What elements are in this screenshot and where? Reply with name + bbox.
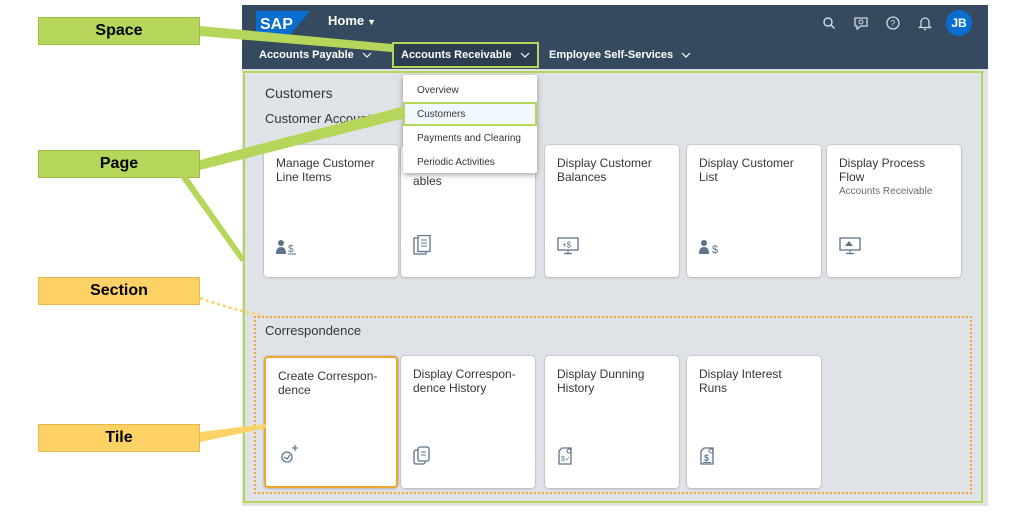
tile-title: Display Interest Runs [699,367,782,395]
leader-page [175,170,245,262]
home-title[interactable]: Home ▼ [328,13,376,28]
space-tab-accounts-payable[interactable]: Accounts Payable [252,41,379,69]
search-icon[interactable] [818,12,840,34]
tile-title: Display Customer Balances [557,156,652,184]
launchpad-screen: SAP Home ▼ ? JB Accounts Payable Account… [242,5,988,506]
menu-item-customers[interactable]: Customers [403,102,537,126]
tile-create-correspondence[interactable]: Create Correspon- dence [264,356,398,488]
tile-manage-customer-line-items[interactable]: Manage Customer Line Items $ [264,145,398,277]
section-title-correspondence: Correspondence [265,323,362,338]
shell-bar: SAP Home ▼ ? JB Accounts Payable Account… [242,5,988,69]
menu-item-payments-and-clearing[interactable]: Payments and Clearing [403,126,537,150]
space-tab-label: Accounts Payable [259,49,354,61]
chevron-down-icon [681,52,691,58]
space-bar: Accounts Payable Accounts Receivable Emp… [242,41,988,69]
section-title-customer-accounts: Customer Accounts [265,111,378,126]
home-label: Home [328,13,365,28]
tile-title: Manage Customer Line Items [276,156,375,184]
svg-text:$: $ [712,244,718,255]
tile-title: Create Correspon- dence [278,369,378,397]
create-sparkle-icon [278,444,300,464]
tile-display-correspondence-history[interactable]: Display Correspon- dence History [401,356,535,488]
chevron-down-icon [362,52,372,58]
shell-actions: ? JB [818,10,972,36]
customer-dollar-icon: $ [699,239,723,255]
dunning-document-icon: $✓ [557,446,575,466]
user-avatar[interactable]: JB [946,10,972,36]
space-tab-employee-self-services[interactable]: Employee Self-Services [542,41,698,69]
customer-dollar-icon: $ [276,239,300,255]
chevron-down-icon [520,52,530,58]
menu-item-overview[interactable]: Overview [403,78,537,102]
tile-display-customer-balances[interactable]: Display Customer Balances +$ [545,145,679,277]
help-icon[interactable]: ? [882,12,904,34]
tile-title: Display Customer List [699,156,794,184]
svg-text:$: $ [288,244,294,255]
svg-text:SAP: SAP [260,16,293,33]
notifications-icon[interactable] [914,12,936,34]
space-tab-label: Employee Self-Services [549,49,674,61]
callout-tile: Tile [38,424,200,452]
sap-logo[interactable]: SAP [256,11,310,35]
svg-text:$✓: $✓ [561,456,571,463]
callout-page: Page [38,150,200,178]
menu-item-periodic-activities[interactable]: Periodic Activities [403,150,537,174]
tile-display-dunning-history[interactable]: Display Dunning History $✓ [545,356,679,488]
caret-down-icon: ▼ [367,17,377,27]
callout-section: Section [38,277,200,305]
tile-display-process-flow[interactable]: Display Process Flow Accounts Receivable [827,145,961,277]
tile-subtitle: Accounts Receivable [839,186,933,197]
space-tab-label: Accounts Receivable [401,49,512,61]
page-title: Customers [265,85,333,101]
space-tab-accounts-receivable[interactable]: Accounts Receivable [392,42,539,68]
monitor-plus-dollar-icon: +$ [557,237,579,255]
feedback-icon[interactable] [850,12,872,34]
callout-space: Space [38,17,200,45]
tile-display-interest-runs[interactable]: Display Interest Runs $ [687,356,821,488]
tile-title: Display Correspon- dence History [413,367,516,395]
tile-title: Display Process Flow [839,156,926,184]
space-menu: Overview Customers Payments and Clearing… [403,75,537,173]
svg-text:+$: +$ [562,241,572,250]
svg-text:?: ? [890,19,895,29]
interest-document-icon: $ [699,446,717,466]
monitor-process-icon [839,237,861,255]
tile-display-customer-list[interactable]: Display Customer List $ [687,145,821,277]
svg-text:$: $ [704,453,709,463]
tile-title: Display Dunning History [557,367,645,395]
history-documents-icon [413,446,431,466]
document-list-icon [413,235,431,255]
tile-title: ables [413,174,442,188]
